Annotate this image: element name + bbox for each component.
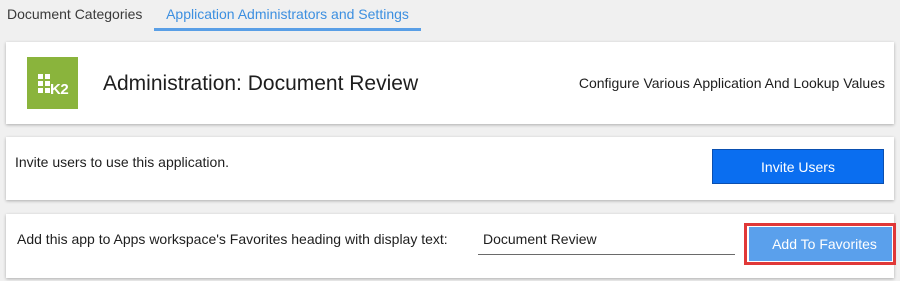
add-to-favorites-card: Add this app to Apps workspace's Favorit… bbox=[6, 214, 896, 278]
k2-logo: K2 bbox=[27, 57, 78, 109]
add-to-favorites-button[interactable]: Add To Favorites bbox=[749, 227, 892, 261]
page-title: Administration: Document Review bbox=[103, 72, 419, 95]
logo-square-icon bbox=[45, 74, 50, 79]
favorites-description-text: Add this app to Apps workspace's Favorit… bbox=[17, 231, 448, 247]
tab-document-categories[interactable]: Document Categories bbox=[7, 0, 142, 30]
display-text-field bbox=[478, 226, 735, 255]
logo-text: K2 bbox=[50, 81, 69, 98]
logo-square-icon bbox=[38, 74, 43, 79]
header-card: K2 Administration: Document Review Confi… bbox=[6, 42, 894, 124]
invite-users-text: Invite users to use this application. bbox=[15, 154, 230, 170]
logo-square-icon bbox=[38, 81, 43, 86]
logo-square-icon bbox=[38, 88, 43, 93]
invite-users-button[interactable]: Invite Users bbox=[712, 149, 884, 184]
tab-application-administrators-and-settings[interactable]: Application Administrators and Settings bbox=[154, 0, 421, 31]
display-text-input[interactable] bbox=[478, 226, 735, 252]
page-subtitle: Configure Various Application And Lookup… bbox=[578, 75, 885, 91]
tab-bar: Document Categories Application Administ… bbox=[0, 0, 900, 32]
invite-users-card: Invite users to use this application. In… bbox=[6, 137, 894, 200]
